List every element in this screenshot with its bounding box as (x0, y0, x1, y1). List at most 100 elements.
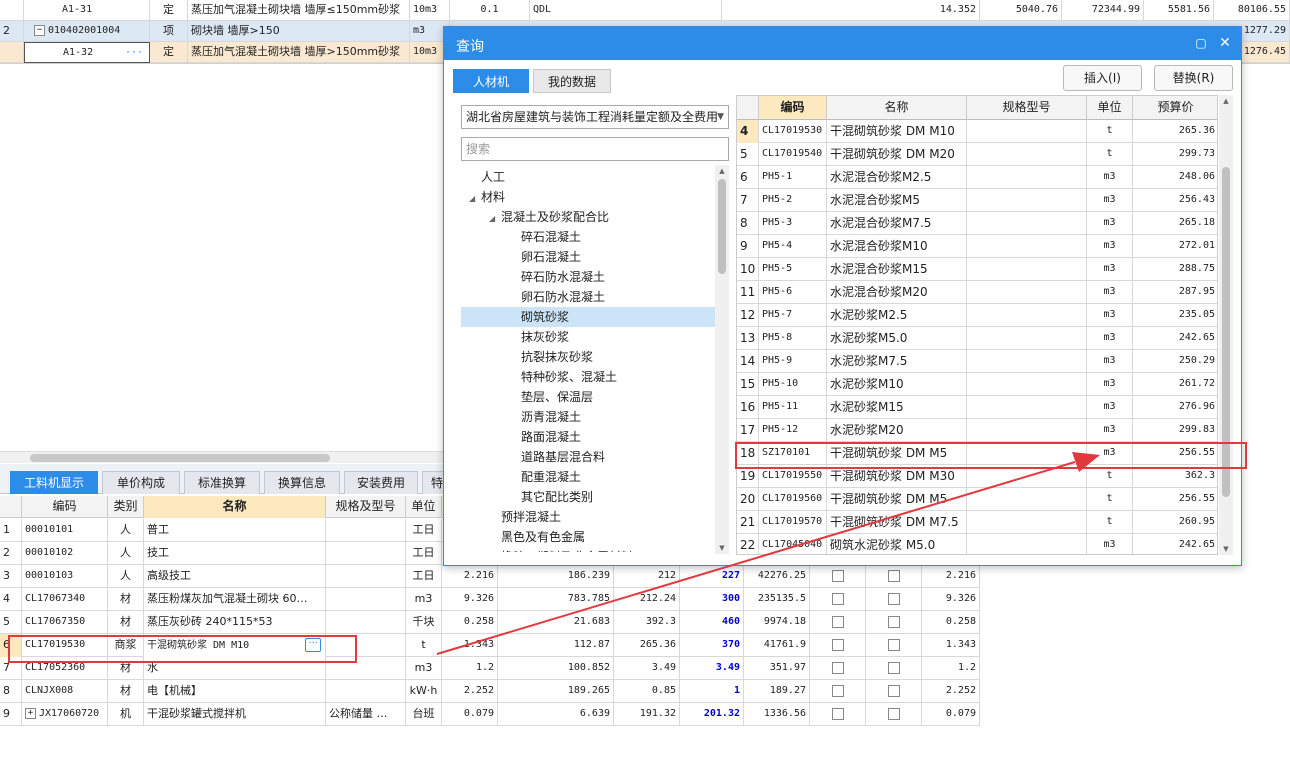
tab-conversion-info[interactable]: 换算信息 (264, 471, 340, 494)
collapse-icon[interactable]: − (34, 24, 45, 36)
header-code[interactable]: 编码 (759, 96, 827, 120)
tree-node[interactable]: 人工 (461, 167, 715, 187)
checkbox[interactable] (887, 662, 900, 674)
row-code-cell[interactable]: A1-32 ··· (24, 42, 150, 63)
expand-triangle-icon[interactable]: ◢ (489, 209, 501, 229)
tree-node[interactable]: ◢ 材料 (461, 187, 715, 207)
scroll-down-icon[interactable]: ▼ (1219, 543, 1233, 555)
header-type[interactable]: 类别 (108, 496, 144, 518)
tree-node[interactable]: 抹灰砂浆 (461, 327, 715, 347)
table-row[interactable]: A1-31 定 蒸压加气混凝土砌块墙 墙厚≤150mm砂浆 10m3 0.1 Q… (0, 0, 1290, 21)
table-row[interactable]: 14 PH5-9 水泥砂浆M7.5 m3 250.29 (737, 350, 1217, 373)
more-icon[interactable]: ··· (125, 43, 143, 62)
tree-node[interactable]: 道路基层混合料 (461, 447, 715, 467)
header-unit[interactable]: 单位 (1087, 96, 1133, 120)
scroll-down-icon[interactable]: ▼ (715, 542, 729, 554)
tree-node[interactable]: 卵石混凝土 (461, 247, 715, 267)
table-row[interactable]: 17 PH5-12 水泥砂浆M20 m3 299.83 (737, 419, 1217, 442)
row-unit: 工日 (406, 565, 442, 588)
tree-node[interactable]: 碎石防水混凝土 (461, 267, 715, 287)
tree-node[interactable]: ◢ 混凝土及砂浆配合比 (461, 207, 715, 227)
checkbox[interactable] (887, 616, 900, 628)
table-row[interactable]: 13 PH5-8 水泥砂浆M5.0 m3 242.65 (737, 327, 1217, 350)
dialog-titlebar[interactable]: 查询 ▢ ✕ (444, 27, 1241, 60)
tree-node[interactable]: 沥青混凝土 (461, 407, 715, 427)
library-select[interactable]: 湖北省房屋建筑与装饰工程消耗量定额及全费用 ▼ (461, 105, 729, 129)
checkbox[interactable] (831, 616, 844, 628)
row-name: 水泥混合砂浆M15 (827, 258, 967, 281)
header-unit[interactable]: 单位 (406, 496, 442, 518)
tree-node[interactable]: 预拌混凝土 (461, 507, 715, 527)
header-spec[interactable]: 规格及型号 (326, 496, 406, 518)
table-row[interactable]: 9 + JX17060720 机干混砂浆罐式搅拌机 公称储量 … 台班 0.079 6.639… (0, 703, 980, 726)
table-row[interactable]: 11 PH5-6 水泥混合砂浆M20 m3 287.95 (737, 281, 1217, 304)
table-row[interactable]: 5 CL17019540 干混砌筑砂浆 DM M20 t 299.73 (737, 143, 1217, 166)
table-row[interactable]: 6 PH5-1 水泥混合砂浆M2.5 m3 248.06 (737, 166, 1217, 189)
header-name[interactable]: 名称 (827, 96, 967, 120)
table-row[interactable]: 22 CL17045040 砌筑水泥砂浆 M5.0 m3 242.65 (737, 534, 1217, 554)
checkbox[interactable] (831, 662, 844, 674)
table-row[interactable]: 8 CLNJX008 材电【机械】 kW·h 2.252 189.265 0.85 1 189.… (0, 680, 980, 703)
checkbox[interactable] (887, 639, 900, 651)
horizontal-scrollbar[interactable] (0, 451, 445, 463)
tree-node[interactable]: 碎石混凝土 (461, 227, 715, 247)
checkbox[interactable] (887, 570, 900, 582)
checkbox-cell (866, 634, 922, 657)
tree-node[interactable]: 配重混凝土 (461, 467, 715, 487)
tree-node[interactable]: 黑色及有色金属 (461, 527, 715, 547)
table-row[interactable]: 7 PH5-2 水泥混合砂浆M5 m3 256.43 (737, 189, 1217, 212)
table-row[interactable]: 12 PH5-7 水泥砂浆M2.5 m3 235.05 (737, 304, 1217, 327)
tree-node[interactable]: 抗裂抹灰砂浆 (461, 347, 715, 367)
checkbox[interactable] (887, 708, 900, 720)
scroll-up-icon[interactable]: ▲ (715, 165, 729, 177)
tree-node[interactable]: 垫层、保温层 (461, 387, 715, 407)
tab-my-data[interactable]: 我的数据 (533, 69, 611, 93)
table-row[interactable]: 4 CL17019530 干混砌筑砂浆 DM M10 t 265.36 (737, 120, 1217, 143)
checkbox[interactable] (831, 570, 844, 582)
tab-material-display[interactable]: 工料机显示 (10, 471, 98, 494)
maximize-icon[interactable]: ▢ (1192, 34, 1210, 52)
checkbox[interactable] (887, 593, 900, 605)
table-row[interactable]: 9 PH5-4 水泥混合砂浆M10 m3 272.01 (737, 235, 1217, 258)
checkbox[interactable] (831, 685, 844, 697)
tab-unit-price[interactable]: 单价构成 (102, 471, 180, 494)
tree-node[interactable]: 其它配比类别 (461, 487, 715, 507)
tree-node[interactable]: 卵石防水混凝土 (461, 287, 715, 307)
table-row[interactable]: 5 CL17067350 材蒸压灰砂砖 240*115*53 千块 0.258 21.68… (0, 611, 980, 634)
table-row[interactable]: 8 PH5-3 水泥混合砂浆M7.5 m3 265.18 (737, 212, 1217, 235)
expand-triangle-icon[interactable]: ◢ (469, 189, 481, 209)
scrollbar-thumb[interactable] (30, 454, 330, 462)
table-row[interactable]: 10 PH5-5 水泥混合砂浆M15 m3 288.75 (737, 258, 1217, 281)
header-name[interactable]: 名称 (144, 496, 326, 518)
tree-node[interactable]: 特种砂浆、混凝土 (461, 367, 715, 387)
header-spec[interactable]: 规格型号 (967, 96, 1087, 120)
search-input[interactable]: 搜索 (461, 137, 729, 161)
close-icon[interactable]: ✕ (1216, 34, 1234, 52)
tree-node[interactable]: 路面混凝土 (461, 427, 715, 447)
checkbox[interactable] (831, 639, 844, 651)
checkbox[interactable] (831, 708, 844, 720)
table-row[interactable]: 4 CL17067340 材蒸压粉煤灰加气混凝土砌块 60… m3 9.326 783.7… (0, 588, 980, 611)
expand-icon[interactable]: + (25, 707, 36, 719)
scroll-up-icon[interactable]: ▲ (1219, 95, 1233, 107)
header-code[interactable]: 编码 (22, 496, 108, 518)
table-row[interactable]: 20 CL17019560 干混砌筑砂浆 DM M5 t 256.55 (737, 488, 1217, 511)
table-row[interactable]: 21 CL17019570 干混砌筑砂浆 DM M7.5 t 260.95 (737, 511, 1217, 534)
tree-node[interactable]: 砌筑砂浆 (461, 307, 715, 327)
tab-install-fee[interactable]: 安装费用 (344, 471, 418, 494)
header-price[interactable]: 预算价 (1133, 96, 1217, 120)
scrollbar-thumb[interactable] (718, 179, 726, 274)
table-row[interactable]: 15 PH5-10 水泥砂浆M10 m3 261.72 (737, 373, 1217, 396)
tab-standard-conversion[interactable]: 标准换算 (184, 471, 260, 494)
result-scrollbar[interactable]: ▲ ▼ (1219, 95, 1233, 555)
insert-button[interactable]: 插入(I) (1063, 65, 1142, 91)
tab-rcj[interactable]: 人材机 (453, 69, 529, 93)
table-row[interactable]: 3 00010103 人高级技工 工日 2.216 186.239 212 227 42276.… (0, 565, 980, 588)
replace-button[interactable]: 替换(R) (1154, 65, 1233, 91)
checkbox[interactable] (831, 593, 844, 605)
tree-node[interactable]: 橡胶、塑料及非金属材料 (461, 547, 715, 552)
table-row[interactable]: 16 PH5-11 水泥砂浆M15 m3 276.96 (737, 396, 1217, 419)
tree-node-label: 碎石防水混凝土 (521, 270, 606, 284)
checkbox[interactable] (887, 685, 900, 697)
tree-scrollbar[interactable]: ▲ ▼ (715, 165, 729, 554)
